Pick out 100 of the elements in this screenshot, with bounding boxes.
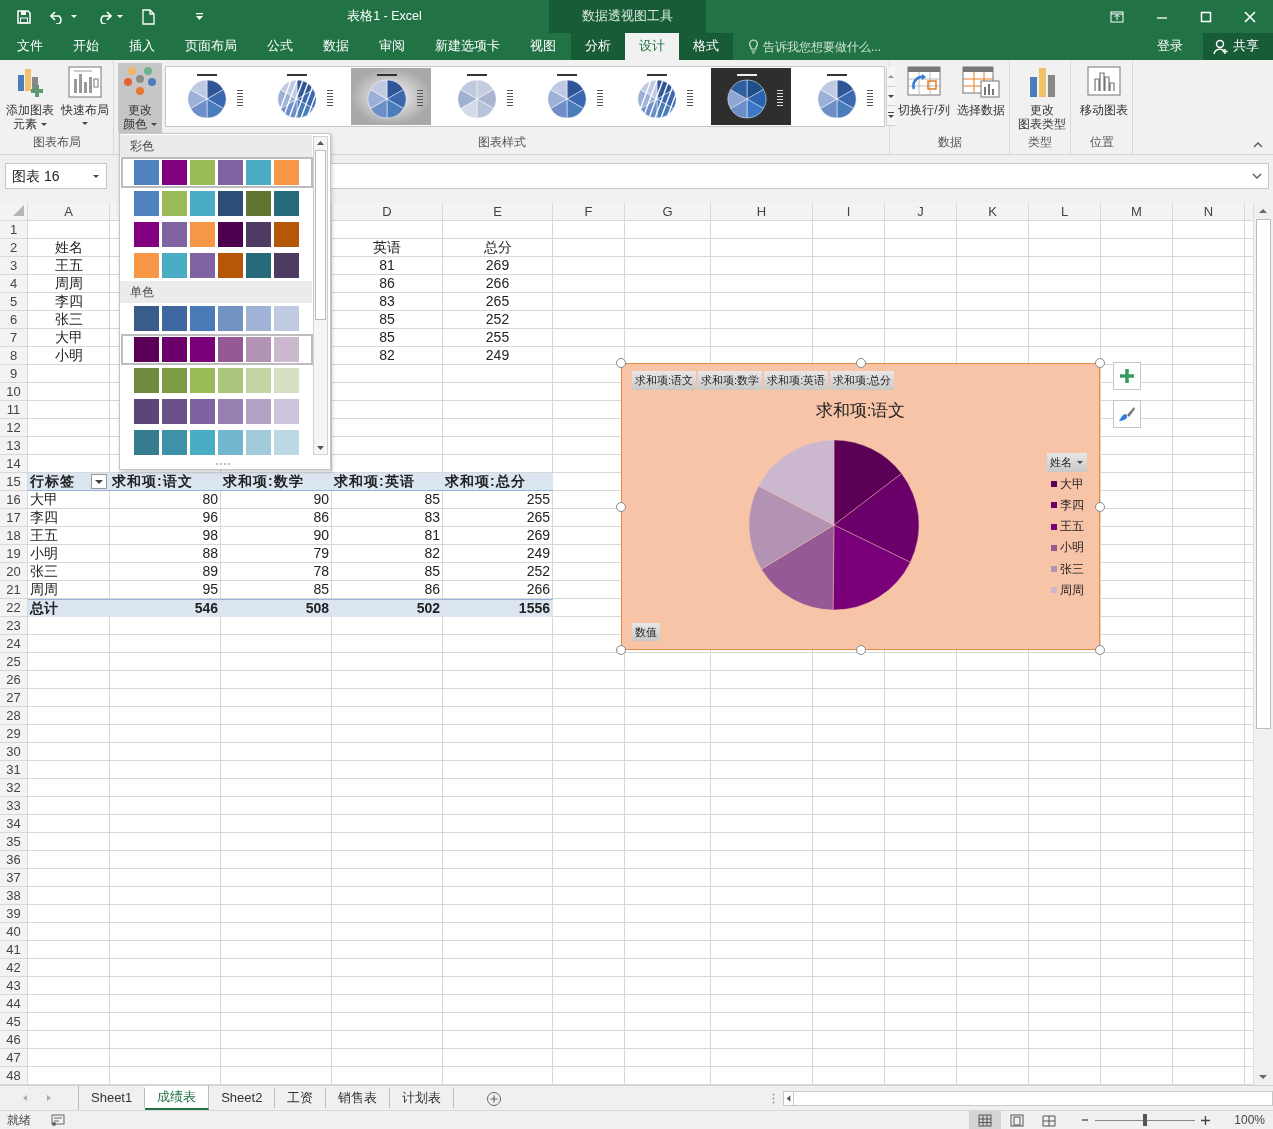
resize-grip-icon[interactable]	[215, 462, 231, 466]
row-number: 18	[5, 527, 22, 545]
chart-title: 求和项:语文	[814, 399, 907, 422]
table-cell: 行标签	[30, 473, 75, 490]
sheet-tab[interactable]: 工资	[275, 1088, 327, 1108]
resize-handle[interactable]	[1095, 358, 1105, 368]
table-cell-text: 81	[423, 527, 441, 545]
table-chart-icon	[960, 65, 1001, 99]
menu-tab[interactable]: 新建选项卡	[420, 33, 515, 60]
resize-handle[interactable]	[616, 645, 626, 655]
chart-styles-button[interactable]	[1113, 400, 1141, 428]
customize-icon[interactable]	[195, 12, 204, 21]
chart-style-option[interactable]	[711, 68, 791, 125]
row-number: 7	[8, 329, 19, 347]
menu-tab[interactable]: 审阅	[364, 33, 420, 60]
chart-style-option[interactable]	[351, 68, 431, 125]
scroll-left-icon[interactable]	[784, 1092, 794, 1105]
scroll-thumb[interactable]	[1256, 219, 1271, 729]
color-option[interactable]	[121, 334, 313, 365]
ribbon-display-icon[interactable]	[1110, 10, 1124, 23]
table-cell-text: 90	[312, 491, 330, 509]
table-cell-text: 90	[312, 527, 330, 545]
chart-elements-button[interactable]	[1113, 362, 1141, 390]
page-layout-icon[interactable]	[1010, 1114, 1025, 1128]
column-header: J	[916, 203, 925, 221]
table-cell-text: 李四	[29, 509, 59, 527]
resize-handle[interactable]	[1095, 501, 1105, 512]
menu-tab[interactable]: 视图	[515, 33, 571, 60]
resize-handle[interactable]	[855, 645, 866, 655]
menu-tab[interactable]: 文件	[2, 33, 58, 60]
maximize-icon[interactable]	[1200, 10, 1212, 23]
table-cell-text: 83	[378, 293, 396, 311]
caret-icon[interactable]	[116, 14, 124, 19]
menu-tab[interactable]: 插入	[114, 33, 170, 60]
change-colors-button[interactable]: 更改 颜色	[118, 63, 162, 133]
table-cell: 求和项:数学	[221, 473, 332, 491]
resize-handle[interactable]	[616, 501, 626, 512]
change-chart-type-button[interactable]: 更改 图表类型	[1016, 63, 1068, 133]
zoom-level: 100%	[1234, 1112, 1265, 1129]
color-option[interactable]	[121, 157, 313, 188]
row-number: 10	[5, 383, 22, 401]
menu-tab[interactable]: 设计	[625, 33, 679, 60]
page-break-icon[interactable]	[1042, 1114, 1057, 1128]
sheet-tab[interactable]: 成绩表	[145, 1086, 210, 1110]
chart-area[interactable]: 求和项:语文 求和项:数学 求和项:英语 求和项:总分 求和项:语文 姓名 大甲 李四 王五 小明 张三 周周 数值	[621, 363, 1100, 650]
menu-tab[interactable]: 开始	[58, 33, 114, 60]
save-icon[interactable]	[16, 8, 32, 25]
share-button[interactable]: 共享	[1203, 33, 1273, 60]
row-number: 5	[8, 293, 19, 311]
filter-dropdown-icon[interactable]	[91, 474, 107, 489]
more-icon[interactable]	[887, 112, 895, 120]
caret-icon[interactable]	[70, 14, 78, 19]
slider-thumb[interactable]	[1143, 1114, 1148, 1126]
brush-icon	[1118, 405, 1136, 423]
quick-layout-button[interactable]: 快速布局	[59, 63, 111, 133]
field-button[interactable]: 求和项:英语	[764, 371, 829, 390]
row-number: 12	[5, 419, 22, 437]
expand-icon[interactable]	[1252, 173, 1262, 179]
table-cell-text: 王五	[29, 527, 59, 545]
row-number: 37	[5, 869, 22, 887]
menu-tab[interactable]: 公式	[252, 33, 308, 60]
caret-icon	[92, 173, 100, 179]
legend-field-button[interactable]: 姓名	[1047, 453, 1087, 472]
menu-tab[interactable]: 数据	[308, 33, 364, 60]
sheet-tab[interactable]: 计划表	[390, 1088, 455, 1108]
table-cell-text: 265	[525, 509, 551, 527]
sheet-tab[interactable]: 销售表	[326, 1088, 391, 1108]
resize-handle[interactable]	[855, 358, 866, 368]
zoom-in-icon[interactable]	[1201, 1115, 1211, 1125]
table-cell-text: 王五	[53, 257, 84, 275]
select-data-button[interactable]: 选择数据	[954, 63, 1007, 133]
column-header: G	[661, 203, 674, 221]
name-box[interactable]: 图表 16	[5, 163, 107, 189]
table-cell: 1556	[443, 599, 553, 617]
field-button[interactable]: 求和项:数学	[698, 371, 763, 390]
collapse-ribbon-icon[interactable]	[1253, 142, 1263, 148]
add-sheet-icon[interactable]	[486, 1091, 503, 1107]
normal-view-button[interactable]	[969, 1111, 1002, 1129]
move-chart-button[interactable]: 移动图表	[1077, 63, 1130, 133]
field-button[interactable]: 求和项:总分	[830, 371, 895, 390]
table-cell-text: 78	[312, 563, 330, 581]
row-number: 4	[8, 275, 19, 293]
resize-handle[interactable]	[616, 358, 626, 368]
normal-view-icon[interactable]	[978, 1114, 993, 1128]
tell-me-field[interactable]: 告诉我您想要做什么...	[763, 37, 923, 56]
close-icon[interactable]	[1244, 10, 1256, 23]
sheet-tab[interactable]: Sheet2	[209, 1088, 276, 1108]
scroll-thumb[interactable]	[315, 150, 326, 320]
switch-row-column-button[interactable]: 切换行/列	[896, 63, 952, 133]
scroll-down-icon[interactable]	[887, 92, 895, 100]
menu-tab[interactable]: 页面布局	[170, 33, 252, 60]
column-header: M	[1130, 203, 1143, 221]
add-chart-element-button[interactable]: 添加图表 元素	[4, 63, 56, 133]
new-document-icon[interactable]	[142, 8, 155, 25]
axis-field-button[interactable]: 数值	[632, 622, 660, 641]
resize-handle[interactable]	[1095, 645, 1105, 655]
table-cell-text: 大甲	[53, 329, 84, 347]
zoom-out-icon[interactable]	[1081, 1116, 1090, 1124]
sign-in-link[interactable]: 登录	[1151, 36, 1189, 57]
field-button[interactable]: 求和项:语文	[632, 371, 697, 390]
